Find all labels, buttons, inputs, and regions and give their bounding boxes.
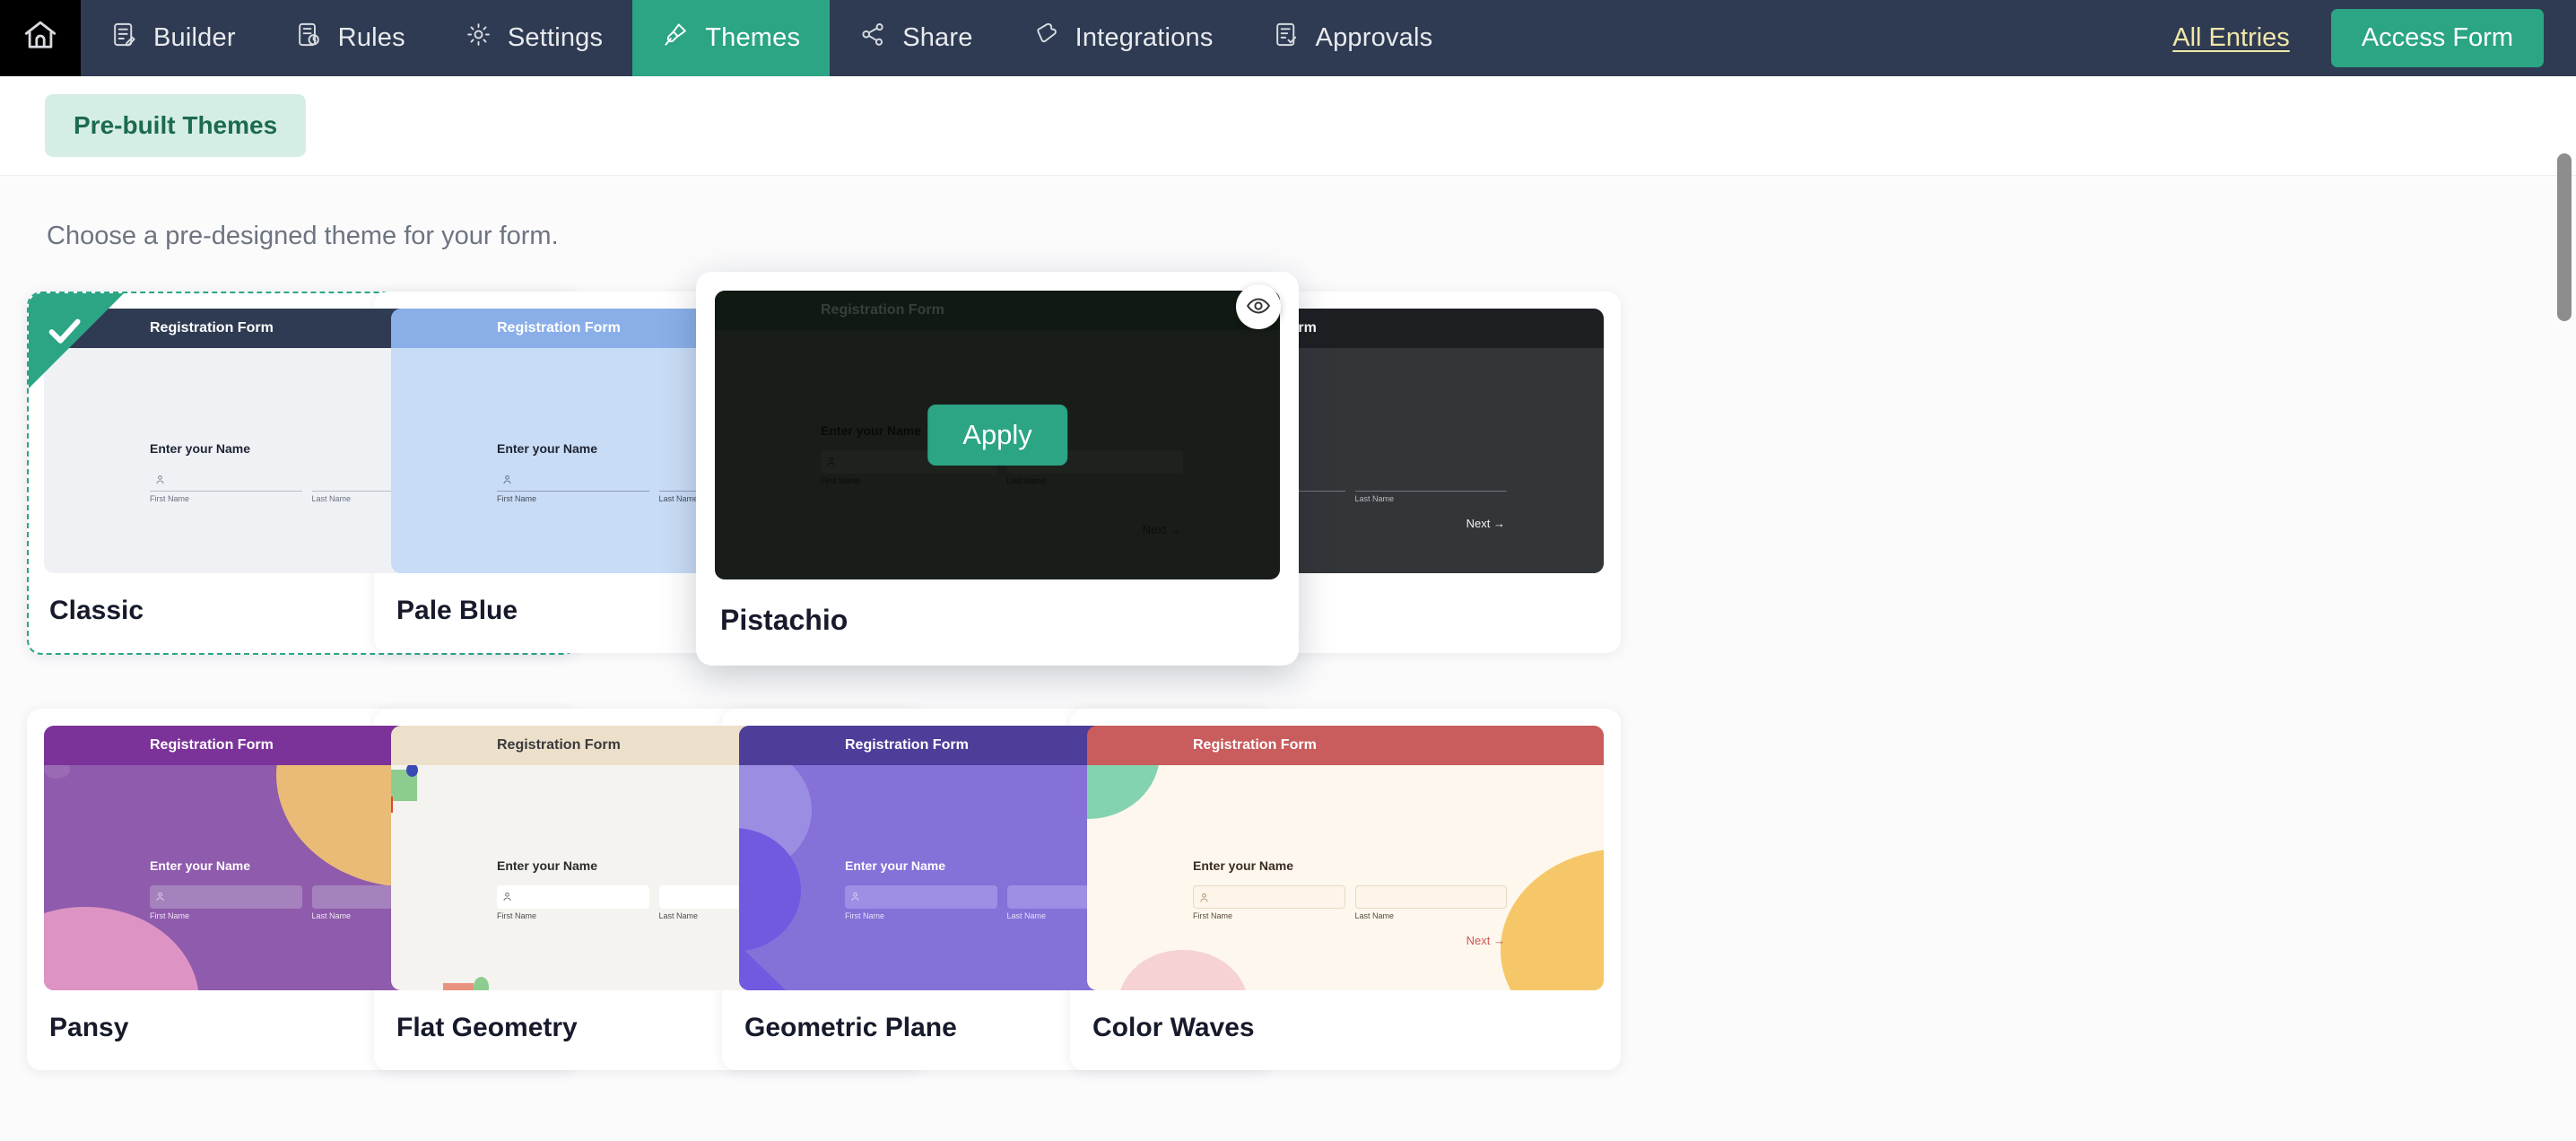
nav-tab-label: Themes xyxy=(705,23,800,53)
preview-field-column: First Name xyxy=(845,885,997,920)
theme-name-label: Pistachio xyxy=(715,579,1280,666)
preview-field-group-label: Enter your Name xyxy=(150,858,250,873)
nav-tab-list: Builder Rules Settings xyxy=(81,0,1462,76)
theme-name-label: Color Waves xyxy=(1087,990,1604,1070)
builder-icon xyxy=(110,21,138,56)
tab-pre-built-themes[interactable]: Pre-built Themes xyxy=(45,94,306,157)
preview-field-column: First Name xyxy=(150,885,302,920)
preview-field-column: Last Name xyxy=(1355,468,1508,503)
decorative-shape xyxy=(391,797,393,813)
preview-field-caption: First Name xyxy=(497,494,649,503)
preview-first-name-input[interactable] xyxy=(497,468,649,492)
puzzle-icon xyxy=(1032,21,1060,56)
approvals-icon xyxy=(1273,21,1301,56)
preview-field-group-label: Enter your Name xyxy=(497,858,597,873)
preview-field-group-label: Enter your Name xyxy=(1193,858,1293,873)
nav-tab-label: Approvals xyxy=(1316,23,1433,53)
nav-tab-label: Builder xyxy=(153,23,236,53)
preview-next-button[interactable]: Next → xyxy=(1466,517,1505,530)
preview-first-name-input[interactable] xyxy=(150,885,302,909)
preview-theme-button[interactable] xyxy=(1236,284,1281,329)
vertical-scrollbar-thumb[interactable] xyxy=(2557,153,2572,321)
themes-subheader: Pre-built Themes xyxy=(0,76,2576,176)
decorative-shape xyxy=(406,765,418,777)
vertical-scrollbar-track[interactable] xyxy=(2553,76,2576,1141)
preview-field-group-label: Enter your Name xyxy=(845,858,945,873)
preview-name-fields: First Name Last Name xyxy=(1193,885,1507,920)
preview-form-title: Registration Form xyxy=(391,737,621,753)
preview-field-caption: Last Name xyxy=(1355,494,1508,503)
decorative-shape xyxy=(1118,950,1248,990)
preview-first-name-input[interactable] xyxy=(845,885,997,909)
share-icon xyxy=(859,21,887,56)
nav-tab-label: Integrations xyxy=(1075,23,1214,53)
nav-tab-label: Settings xyxy=(508,23,603,53)
preview-field-column: Last Name xyxy=(1355,885,1508,920)
paint-brush-icon xyxy=(662,21,690,56)
preview-field-column: First Name xyxy=(497,468,649,503)
nav-tab-rules[interactable]: Rules xyxy=(265,0,435,76)
nav-tab-integrations[interactable]: Integrations xyxy=(1003,0,1243,76)
nav-tab-approvals[interactable]: Approvals xyxy=(1243,0,1463,76)
preview-field-column: First Name xyxy=(1193,885,1345,920)
preview-field-caption: First Name xyxy=(1193,911,1345,920)
preview-field-caption: Last Name xyxy=(1355,911,1508,920)
preview-last-name-input[interactable] xyxy=(1355,885,1508,909)
preview-field-group-label: Enter your Name xyxy=(497,441,597,456)
nav-actions: All Entries Access Form xyxy=(2172,9,2576,67)
decorative-shape xyxy=(474,977,489,990)
theme-preview-thumbnail[interactable]: Enter your NameFirst NameLast NameNext →… xyxy=(715,291,1280,579)
decorative-shape xyxy=(44,765,70,779)
preview-form-title: Registration Form xyxy=(1087,737,1317,753)
nav-tab-share[interactable]: Share xyxy=(830,0,1002,76)
theme-preview-thumbnail[interactable]: Enter your Name First Name Last Name Next →… xyxy=(1087,726,1604,990)
preview-field-column: First Name xyxy=(150,468,302,503)
preview-field-caption: First Name xyxy=(845,911,997,920)
preview-form-title: Registration Form xyxy=(391,320,621,336)
form-preview: Enter your Name First Name Last Name Next →… xyxy=(1087,726,1604,990)
preview-field-caption: First Name xyxy=(497,911,649,920)
gear-icon xyxy=(465,21,492,56)
decorative-shape xyxy=(443,983,474,990)
theme-card[interactable]: Enter your NameFirst NameLast NameNext →… xyxy=(696,272,1299,666)
eye-icon xyxy=(1246,293,1271,321)
nav-tab-themes[interactable]: Themes xyxy=(632,0,830,76)
theme-card[interactable]: Enter your Name First Name Last Name Next →… xyxy=(1070,709,1621,1070)
preview-form-title: Registration Form xyxy=(44,737,274,753)
nav-tab-label: Share xyxy=(902,23,972,53)
form-preview-header: Registration Form xyxy=(1087,726,1604,765)
top-navigation-bar: Builder Rules Settings xyxy=(0,0,2576,76)
rules-icon xyxy=(295,21,323,56)
access-form-button[interactable]: Access Form xyxy=(2331,9,2544,67)
preview-field-column: First Name xyxy=(497,885,649,920)
preview-first-name-input[interactable] xyxy=(150,468,302,492)
preview-field-caption: First Name xyxy=(150,494,302,503)
nav-tab-builder[interactable]: Builder xyxy=(81,0,265,76)
home-button[interactable] xyxy=(0,0,81,76)
decorative-shape xyxy=(1501,849,1604,990)
decorative-shape xyxy=(739,945,791,990)
decorative-shape xyxy=(1087,765,1160,819)
preview-last-name-input[interactable] xyxy=(1355,468,1508,492)
nav-tab-settings[interactable]: Settings xyxy=(435,0,632,76)
form-preview-body: Enter your Name First Name Last Name Next → xyxy=(1087,765,1604,990)
page-subtitle: Choose a pre-designed theme for your for… xyxy=(47,222,559,251)
preview-field-group-label: Enter your Name xyxy=(150,441,250,456)
preview-field-caption: First Name xyxy=(150,911,302,920)
home-icon xyxy=(22,17,59,59)
nav-tab-label: Rules xyxy=(338,23,405,53)
preview-next-button[interactable]: Next → xyxy=(1466,934,1505,947)
preview-first-name-input[interactable] xyxy=(497,885,649,909)
all-entries-link[interactable]: All Entries xyxy=(2172,23,2290,53)
check-icon xyxy=(44,310,85,352)
themes-content-area: Choose a pre-designed theme for your for… xyxy=(0,176,2576,1141)
preview-first-name-input[interactable] xyxy=(1193,885,1345,909)
preview-form-title: Registration Form xyxy=(739,737,969,753)
apply-theme-button[interactable]: Apply xyxy=(927,405,1067,466)
